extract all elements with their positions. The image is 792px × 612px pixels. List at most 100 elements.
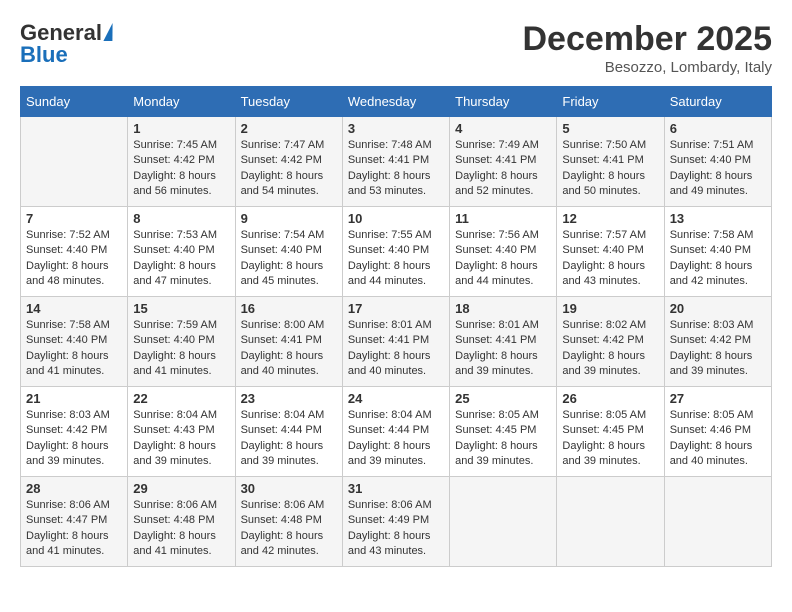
- day-cell: 27Sunrise: 8:05 AMSunset: 4:46 PMDayligh…: [664, 387, 771, 477]
- day-number: 2: [241, 121, 337, 136]
- day-cell: 22Sunrise: 8:04 AMSunset: 4:43 PMDayligh…: [128, 387, 235, 477]
- daylight-text: Daylight: 8 hours and 39 minutes.: [562, 349, 658, 380]
- month-title: December 2025: [522, 20, 772, 59]
- sunrise-text: Sunrise: 8:01 AM: [348, 318, 444, 333]
- day-number: 22: [133, 391, 229, 406]
- daylight-text: Daylight: 8 hours and 39 minutes.: [670, 349, 766, 380]
- day-info: Sunrise: 8:05 AMSunset: 4:45 PMDaylight:…: [562, 408, 658, 470]
- day-number: 28: [26, 481, 122, 496]
- day-cell: 4Sunrise: 7:49 AMSunset: 4:41 PMDaylight…: [450, 117, 557, 207]
- day-number: 3: [348, 121, 444, 136]
- sunrise-text: Sunrise: 7:48 AM: [348, 138, 444, 153]
- sunrise-text: Sunrise: 8:04 AM: [241, 408, 337, 423]
- day-info: Sunrise: 8:02 AMSunset: 4:42 PMDaylight:…: [562, 318, 658, 380]
- daylight-text: Daylight: 8 hours and 50 minutes.: [562, 169, 658, 200]
- daylight-text: Daylight: 8 hours and 41 minutes.: [133, 529, 229, 560]
- sunset-text: Sunset: 4:40 PM: [133, 243, 229, 258]
- day-cell: 28 Sunrise: 8:06 AMSunset: 4:47 PMDayligh…: [21, 477, 128, 567]
- sunset-text: Sunset: 4:48 PM: [241, 513, 337, 528]
- logo-arrow-icon: [103, 23, 115, 41]
- header-thursday: Thursday: [450, 87, 557, 117]
- header-tuesday: Tuesday: [235, 87, 342, 117]
- day-cell: 20Sunrise: 8:03 AMSunset: 4:42 PMDayligh…: [664, 297, 771, 387]
- page-header: General Blue December 2025 Besozzo, Lomb…: [20, 20, 772, 76]
- sunrise-text: Sunrise: 8:05 AM: [455, 408, 551, 423]
- day-number: 25: [455, 391, 551, 406]
- sunset-text: Sunset: 4:42 PM: [241, 153, 337, 168]
- day-number: 11: [455, 211, 551, 226]
- day-number: 30: [241, 481, 337, 496]
- daylight-text: Daylight: 8 hours and 41 minutes.: [26, 529, 122, 560]
- day-number: 10: [348, 211, 444, 226]
- day-cell: [664, 477, 771, 567]
- sunrise-text: Sunrise: 8:00 AM: [241, 318, 337, 333]
- day-info: Sunrise: 8:03 AMSunset: 4:42 PMDaylight:…: [670, 318, 766, 380]
- sunset-text: Sunset: 4:47 PM: [26, 513, 122, 528]
- sunset-text: Sunset: 4:42 PM: [133, 153, 229, 168]
- sunrise-text: Sunrise: 7:50 AM: [562, 138, 658, 153]
- daylight-text: Daylight: 8 hours and 39 minutes.: [562, 439, 658, 470]
- sunrise-text: Sunrise: 7:55 AM: [348, 228, 444, 243]
- day-info: Sunrise: 8:01 AMSunset: 4:41 PMDaylight:…: [348, 318, 444, 380]
- day-cell: 2 Sunrise: 7:47 AMSunset: 4:42 PMDaylight…: [235, 117, 342, 207]
- sunset-text: Sunset: 4:45 PM: [455, 423, 551, 438]
- sunset-text: Sunset: 4:40 PM: [670, 243, 766, 258]
- sunrise-text: Sunrise: 7:59 AM: [133, 318, 229, 333]
- header-sunday: Sunday: [21, 87, 128, 117]
- day-cell: 8 Sunrise: 7:53 AMSunset: 4:40 PMDaylight…: [128, 207, 235, 297]
- day-number: 26: [562, 391, 658, 406]
- day-cell: 12Sunrise: 7:57 AMSunset: 4:40 PMDayligh…: [557, 207, 664, 297]
- daylight-text: Daylight: 8 hours and 44 minutes.: [348, 259, 444, 290]
- daylight-text: Daylight: 8 hours and 45 minutes.: [241, 259, 337, 290]
- day-number: 31: [348, 481, 444, 496]
- day-number: 24: [348, 391, 444, 406]
- day-info: Sunrise: 8:06 AMSunset: 4:47 PMDaylight:…: [26, 498, 122, 560]
- calendar-table: SundayMondayTuesdayWednesdayThursdayFrid…: [20, 86, 772, 567]
- day-number: 8: [133, 211, 229, 226]
- sunrise-text: Sunrise: 8:05 AM: [562, 408, 658, 423]
- day-cell: 23Sunrise: 8:04 AMSunset: 4:44 PMDayligh…: [235, 387, 342, 477]
- day-number: 29: [133, 481, 229, 496]
- sunrise-text: Sunrise: 7:51 AM: [670, 138, 766, 153]
- sunset-text: Sunset: 4:40 PM: [670, 153, 766, 168]
- day-info: Sunrise: 7:56 AMSunset: 4:40 PMDaylight:…: [455, 228, 551, 290]
- day-info: Sunrise: 7:48 AMSunset: 4:41 PMDaylight:…: [348, 138, 444, 200]
- week-row-4: 21Sunrise: 8:03 AMSunset: 4:42 PMDayligh…: [21, 387, 772, 477]
- day-number: 7: [26, 211, 122, 226]
- day-info: Sunrise: 7:58 AMSunset: 4:40 PMDaylight:…: [670, 228, 766, 290]
- logo-blue-text: Blue: [20, 42, 68, 68]
- day-number: 23: [241, 391, 337, 406]
- day-info: Sunrise: 7:55 AMSunset: 4:40 PMDaylight:…: [348, 228, 444, 290]
- day-number: 4: [455, 121, 551, 136]
- sunrise-text: Sunrise: 8:06 AM: [26, 498, 122, 513]
- sunrise-text: Sunrise: 8:06 AM: [241, 498, 337, 513]
- daylight-text: Daylight: 8 hours and 41 minutes.: [26, 349, 122, 380]
- sunrise-text: Sunrise: 7:58 AM: [670, 228, 766, 243]
- sunset-text: Sunset: 4:41 PM: [562, 153, 658, 168]
- sunrise-text: Sunrise: 8:04 AM: [133, 408, 229, 423]
- sunset-text: Sunset: 4:41 PM: [348, 153, 444, 168]
- sunrise-text: Sunrise: 8:03 AM: [26, 408, 122, 423]
- day-info: Sunrise: 8:06 AMSunset: 4:49 PMDaylight:…: [348, 498, 444, 560]
- daylight-text: Daylight: 8 hours and 47 minutes.: [133, 259, 229, 290]
- day-cell: 5Sunrise: 7:50 AMSunset: 4:41 PMDaylight…: [557, 117, 664, 207]
- day-cell: 1Sunrise: 7:45 AMSunset: 4:42 PMDaylight…: [128, 117, 235, 207]
- sunset-text: Sunset: 4:40 PM: [455, 243, 551, 258]
- day-cell: 14Sunrise: 7:58 AMSunset: 4:40 PMDayligh…: [21, 297, 128, 387]
- day-cell: 6Sunrise: 7:51 AMSunset: 4:40 PMDaylight…: [664, 117, 771, 207]
- day-info: Sunrise: 7:53 AMSunset: 4:40 PMDaylight:…: [133, 228, 229, 290]
- logo: General Blue: [20, 20, 114, 68]
- day-info: Sunrise: 8:00 AMSunset: 4:41 PMDaylight:…: [241, 318, 337, 380]
- day-number: 16: [241, 301, 337, 316]
- day-info: Sunrise: 8:04 AMSunset: 4:44 PMDaylight:…: [348, 408, 444, 470]
- sunset-text: Sunset: 4:41 PM: [241, 333, 337, 348]
- daylight-text: Daylight: 8 hours and 53 minutes.: [348, 169, 444, 200]
- header-wednesday: Wednesday: [342, 87, 449, 117]
- day-cell: 21Sunrise: 8:03 AMSunset: 4:42 PMDayligh…: [21, 387, 128, 477]
- day-number: 17: [348, 301, 444, 316]
- day-info: Sunrise: 7:47 AMSunset: 4:42 PMDaylight:…: [241, 138, 337, 200]
- sunrise-text: Sunrise: 8:02 AM: [562, 318, 658, 333]
- title-block: December 2025 Besozzo, Lombardy, Italy: [522, 20, 772, 76]
- location: Besozzo, Lombardy, Italy: [522, 59, 772, 76]
- day-info: Sunrise: 7:57 AMSunset: 4:40 PMDaylight:…: [562, 228, 658, 290]
